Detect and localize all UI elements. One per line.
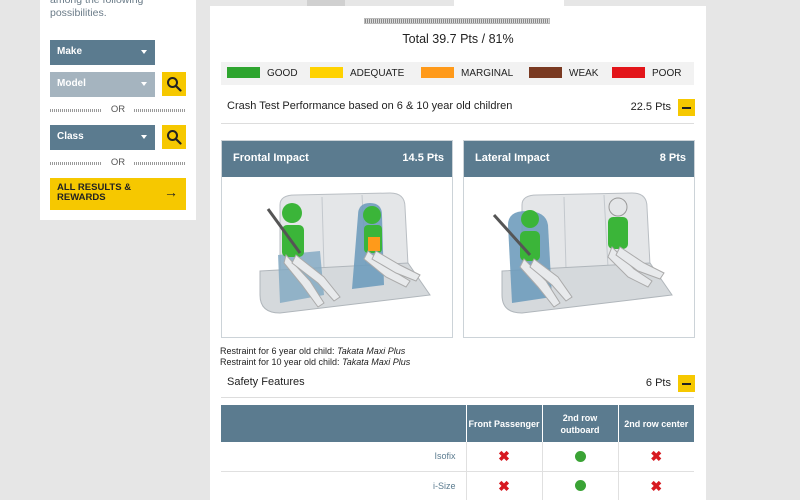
legend-item: ADEQUATE <box>310 66 404 79</box>
restraint-six: Restraint for 6 year old child: Takata M… <box>220 346 405 356</box>
main-panel: Total 39.7 Pts / 81% GOOD ADEQUATE MARGI… <box>210 6 706 500</box>
frontal-impact-card: Frontal Impact 14.5 Pts <box>221 140 453 338</box>
cross-icon: ✖ <box>498 477 510 494</box>
or-divider: OR <box>50 105 186 115</box>
crash-test-title: Crash Test Performance based on 6 & 10 y… <box>227 100 513 112</box>
cell <box>541 471 618 500</box>
class-label: Class <box>57 131 84 142</box>
or-divider: OR <box>50 158 186 168</box>
score-bar <box>364 18 550 24</box>
frontal-impact-illustration <box>259 192 431 314</box>
restraint-ten: Restraint for 10 year old child: Takata … <box>220 357 410 367</box>
row-label: i-Size <box>221 471 466 500</box>
legend-swatch <box>612 66 645 78</box>
table-row: i-Size ✖ ✖ <box>221 471 694 500</box>
class-select[interactable]: Class <box>50 125 155 150</box>
lateral-impact-header: Lateral Impact 8 Pts <box>464 141 694 177</box>
model-search-button[interactable] <box>162 72 186 96</box>
cell: ✖ <box>617 442 694 472</box>
model-select[interactable]: Model <box>50 72 155 97</box>
column-header: 2nd row center <box>617 405 694 442</box>
restraint-six-label: Restraint for 6 year old child: <box>220 346 335 356</box>
divider <box>221 123 694 124</box>
chevron-down-icon <box>141 82 147 86</box>
chevron-down-icon <box>141 135 147 139</box>
make-select[interactable]: Make <box>50 40 155 65</box>
legend-swatch <box>421 66 454 78</box>
lateral-impact-title: Lateral Impact <box>475 152 550 164</box>
total-score: Total 39.7 Pts / 81% <box>402 32 514 46</box>
search-icon <box>167 130 182 145</box>
sidebar: among the following possibilities. Make … <box>40 0 196 220</box>
lateral-impact-card: Lateral Impact 8 Pts <box>463 140 695 338</box>
or-label: OR <box>110 104 126 115</box>
cell <box>541 442 618 472</box>
all-results-label: ALL RESULTS & REWARDS <box>57 182 132 203</box>
frontal-impact-title: Frontal Impact <box>233 152 309 164</box>
chevron-down-icon <box>141 50 147 54</box>
safety-features-points: 6 Pts <box>645 377 671 389</box>
collapse-safety-button[interactable] <box>678 375 695 392</box>
restraint-ten-label: Restraint for 10 year old child: <box>220 357 340 367</box>
restraint-ten-value: Takata Maxi Plus <box>342 357 411 367</box>
safety-features-title: Safety Features <box>227 376 305 388</box>
class-search-button[interactable] <box>162 125 186 149</box>
divider <box>221 397 694 398</box>
cross-icon: ✖ <box>650 477 663 494</box>
table-row: Isofix ✖ ✖ <box>221 442 694 472</box>
legend-item: WEAK <box>529 66 598 79</box>
make-label: Make <box>57 46 83 57</box>
cell: ✖ <box>617 471 694 500</box>
table-header-empty <box>221 405 466 442</box>
arrow-right-icon: → <box>164 184 178 200</box>
row-label: Isofix <box>221 442 466 472</box>
collapse-crash-button[interactable] <box>678 99 695 116</box>
legend-swatch <box>227 66 260 78</box>
cross-icon: ✖ <box>498 448 510 465</box>
column-header: 2nd row outboard <box>541 405 618 442</box>
legend-swatch <box>529 66 562 78</box>
legend-item: MARGINAL <box>421 66 513 79</box>
check-dot-icon <box>574 480 586 492</box>
lateral-impact-points: 8 Pts <box>659 152 686 164</box>
cell: ✖ <box>465 471 542 500</box>
legend-item: GOOD <box>227 66 298 79</box>
model-label: Model <box>57 78 86 89</box>
or-label: OR <box>110 157 126 168</box>
cross-icon: ✖ <box>650 448 663 465</box>
search-icon <box>167 77 182 92</box>
restraint-six-value: Takata Maxi Plus <box>337 346 406 356</box>
all-results-button[interactable]: ALL RESULTS & REWARDS → <box>50 178 186 210</box>
frontal-impact-points: 14.5 Pts <box>402 152 444 164</box>
check-dot-icon <box>574 450 586 462</box>
sidebar-intro: among the following possibilities. <box>50 0 144 19</box>
column-header: Front Passenger <box>465 405 542 442</box>
frontal-impact-header: Frontal Impact 14.5 Pts <box>222 141 452 177</box>
safety-features-table: Front Passenger 2nd row outboard 2nd row… <box>221 405 694 500</box>
lateral-impact-illustration <box>492 192 673 314</box>
cell: ✖ <box>465 442 542 472</box>
crash-test-points: 22.5 Pts <box>630 101 671 113</box>
legend-swatch <box>310 66 343 78</box>
table-header-row: Front Passenger 2nd row outboard 2nd row… <box>221 405 694 442</box>
legend-item: POOR <box>612 66 681 79</box>
rating-legend: GOOD ADEQUATE MARGINAL WEAK POOR <box>221 62 694 85</box>
